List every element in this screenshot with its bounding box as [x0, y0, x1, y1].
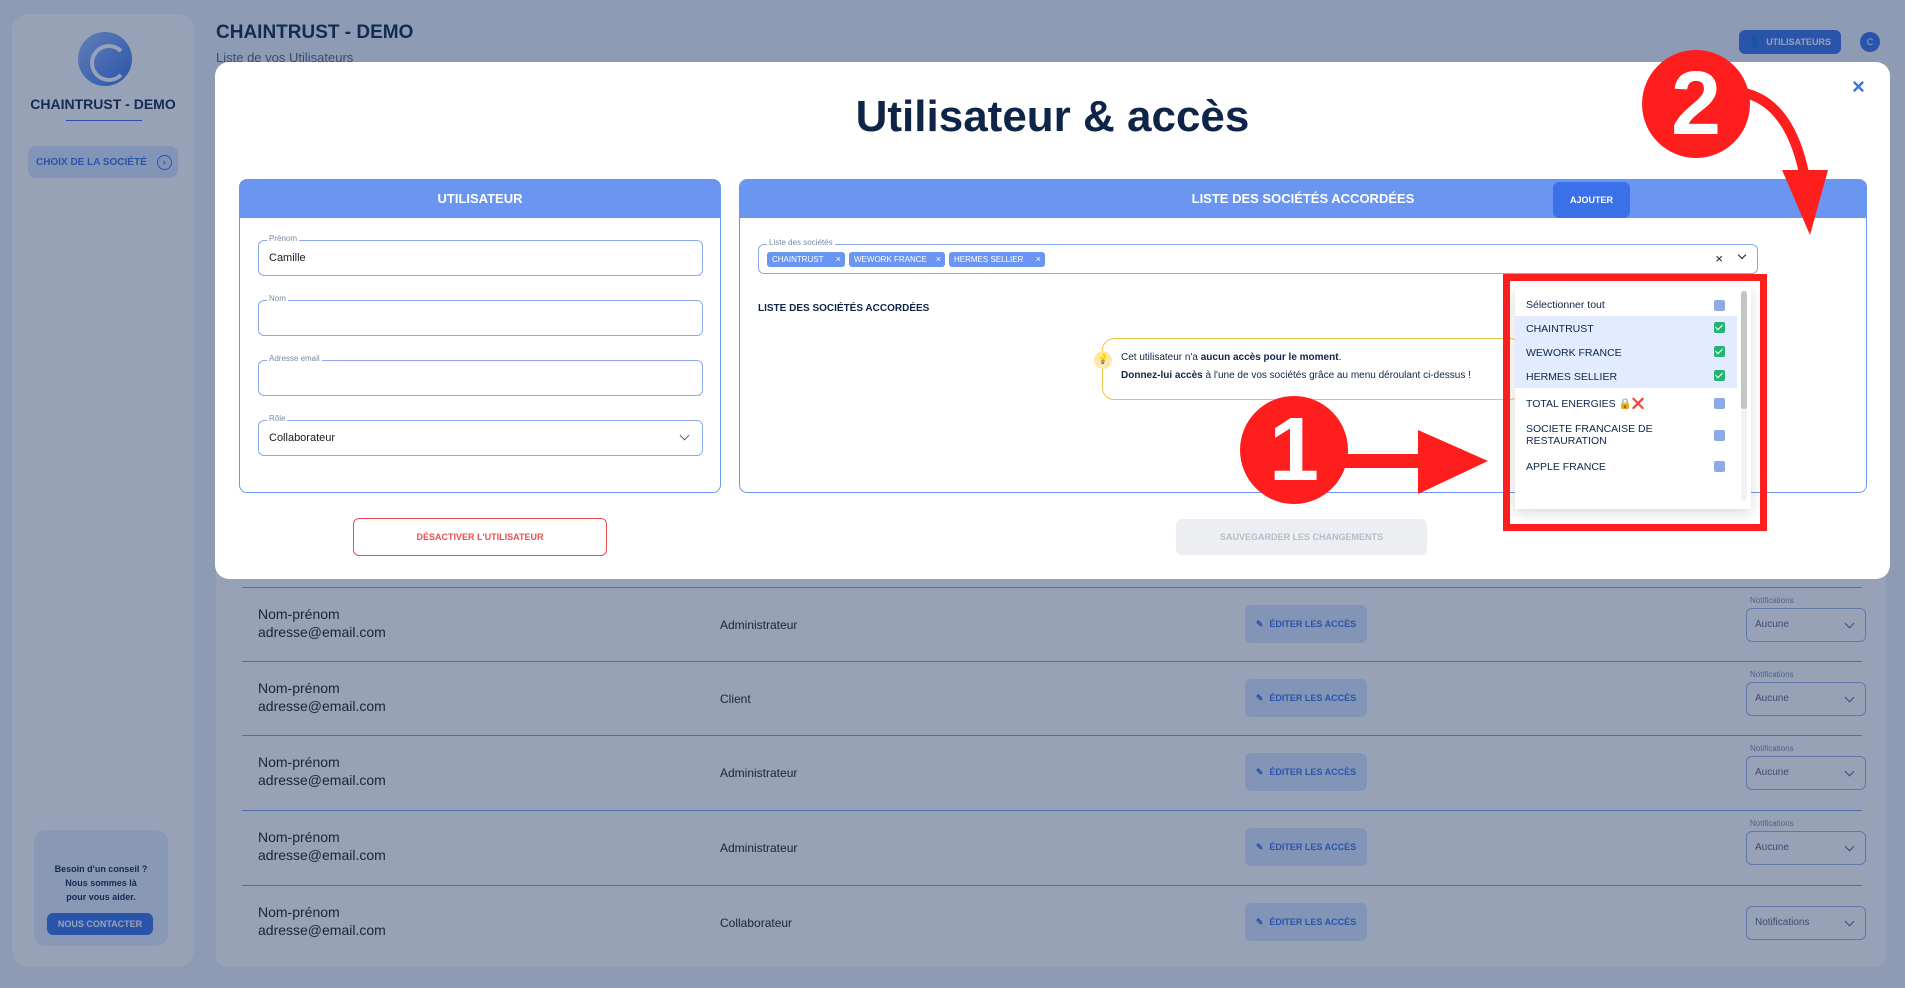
company-chip[interactable]: CHAINTRUST ×	[767, 252, 845, 267]
role-label: Rôle	[267, 414, 288, 423]
lastname-label: Nom	[267, 294, 288, 303]
firstname-label: Prénom	[267, 234, 300, 243]
email-label: Adresse email	[267, 354, 322, 363]
no-access-info: 💡 Cet utilisateur n'a aucun accès pour l…	[1094, 338, 1522, 400]
chip-remove-icon[interactable]: ×	[836, 252, 841, 267]
modal-title: Utilisateur & accès	[855, 92, 1250, 141]
chip-remove-icon[interactable]: ×	[1036, 252, 1041, 267]
chevron-down-icon[interactable]	[1737, 250, 1747, 260]
role-select[interactable]: Rôle Collaborateur	[258, 414, 703, 456]
company-chip[interactable]: HERMES SELLIER ×	[949, 252, 1045, 267]
step-2-marker: 2	[1642, 50, 1750, 158]
user-panel: UTILISATEUR Prénom Camille Nom Adresse e…	[239, 179, 721, 493]
company-chip[interactable]: WEWORK FRANCE ×	[849, 252, 945, 267]
highlight-box	[1503, 274, 1767, 531]
granted-companies-label: LISTE DES SOCIÉTÉS ACCORDÉES	[758, 303, 930, 314]
add-button[interactable]: AJOUTER	[1553, 182, 1630, 218]
firstname-value: Camille	[269, 252, 306, 264]
deactivate-user-button[interactable]: DÉSACTIVER L'UTILISATEUR	[353, 518, 607, 556]
lastname-field[interactable]: Nom	[258, 294, 703, 336]
companies-multiselect[interactable]: Liste des sociétés CHAINTRUST × WEWORK FR…	[758, 238, 1758, 274]
close-icon[interactable]: ×	[1852, 74, 1865, 100]
lightbulb-icon: 💡	[1094, 351, 1112, 369]
save-changes-button[interactable]: SAUVEGARDER LES CHANGEMENTS	[1176, 519, 1427, 555]
chip-remove-icon[interactable]: ×	[936, 252, 941, 267]
user-panel-heading: UTILISATEUR	[240, 180, 720, 218]
firstname-field[interactable]: Prénom Camille	[258, 234, 703, 276]
companies-panel-heading: LISTE DES SOCIÉTÉS ACCORDÉES	[740, 180, 1866, 218]
clear-icon[interactable]: ×	[1715, 251, 1723, 266]
companies-select-label: Liste des sociétés	[767, 238, 835, 247]
role-value: Collaborateur	[269, 432, 336, 444]
step-1-marker: 1	[1240, 396, 1348, 504]
email-field[interactable]: Adresse email	[258, 354, 703, 396]
